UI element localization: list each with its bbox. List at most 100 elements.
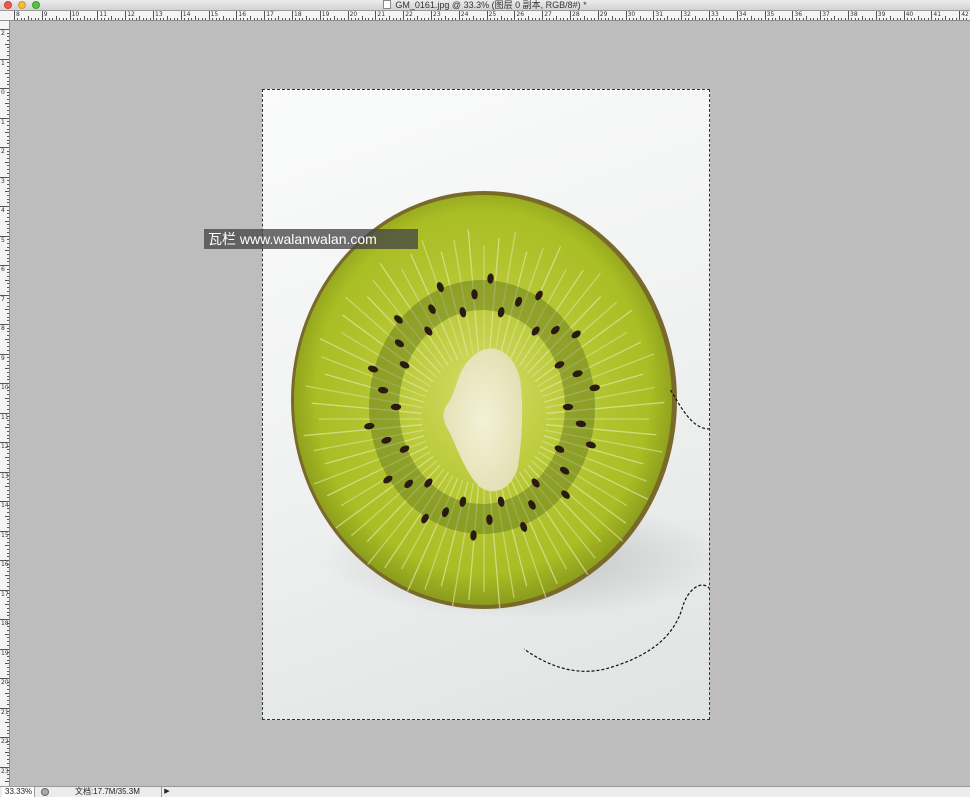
ruler-number: 0 [1, 89, 5, 96]
ruler-minor-tick [173, 18, 175, 20]
ruler-minor-tick [531, 18, 533, 20]
ruler-minor-tick [886, 18, 888, 20]
ruler-minor-tick [17, 18, 19, 20]
ruler-minor-tick [889, 16, 891, 20]
ruler-major-tick [736, 11, 738, 20]
ruler-minor-tick [7, 585, 9, 587]
ruler-minor-tick [5, 663, 9, 665]
ruler-number: 5 [1, 236, 5, 244]
ruler-minor-tick [7, 718, 9, 720]
ruler-number: 9 [1, 354, 5, 362]
ruler-minor-tick [139, 16, 141, 20]
ruler-minor-tick [806, 16, 808, 20]
window-titlebar[interactable]: GM_0161.jpg @ 33.3% (图层 0 副本, RGB/8#) * [0, 0, 970, 11]
ruler-minor-tick [7, 571, 9, 573]
ruler-minor-tick [7, 725, 9, 727]
ruler-minor-tick [358, 18, 360, 20]
ruler-major-tick [848, 11, 849, 20]
ruler-minor-tick [7, 416, 9, 418]
ruler-minor-tick [448, 18, 450, 20]
ruler-minor-tick [7, 261, 9, 263]
ruler-minor-tick [7, 512, 9, 514]
ruler-major-tick [403, 11, 405, 20]
ruler-minor-tick [775, 18, 777, 20]
ruler-minor-tick [5, 132, 9, 134]
ruler-minor-tick [538, 18, 540, 20]
ruler-minor-tick [5, 751, 9, 753]
ruler-minor-tick [768, 18, 770, 20]
ruler-minor-tick [827, 18, 829, 20]
ruler-minor-tick [7, 379, 9, 381]
ruler-minor-tick [7, 438, 9, 440]
ruler-minor-tick [45, 18, 47, 20]
ruler-minor-tick [281, 18, 283, 20]
ruler-minor-tick [156, 18, 158, 20]
status-menu-arrow[interactable]: ▶ [161, 787, 172, 797]
ruler-minor-tick [7, 135, 9, 137]
kiwi-seed [390, 403, 402, 411]
ruler-minor-tick [239, 18, 241, 20]
document-canvas[interactable] [262, 89, 710, 720]
ruler-minor-tick [52, 18, 54, 20]
ruler-minor-tick [205, 18, 207, 20]
ruler-minor-tick [7, 777, 9, 779]
ruler-major-tick [208, 11, 210, 20]
ruler-minor-tick [674, 18, 676, 20]
zoom-field[interactable]: 33.33% [2, 787, 35, 797]
ruler-minor-tick [7, 95, 9, 97]
ruler-minor-tick [24, 18, 26, 20]
ruler-major-tick [959, 11, 961, 20]
ruler-minor-tick [285, 18, 287, 20]
ruler-minor-tick [747, 18, 749, 20]
ruler-major-tick [875, 11, 877, 20]
ruler-minor-tick [5, 486, 9, 488]
ruler-minor-tick [7, 165, 9, 167]
ruler-minor-tick [7, 537, 9, 539]
ruler-minor-tick [590, 18, 592, 20]
ruler-minor-tick [364, 18, 366, 20]
vertical-ruler[interactable]: 2 1 0 1 2 3 4 5 6 7 8 9 10 11 12 13 14 15 16 17 18 19 20 21 22 23 [0, 21, 10, 786]
ruler-minor-tick [7, 91, 9, 93]
ruler-minor-tick [844, 18, 846, 20]
ruler-minor-tick [312, 18, 314, 20]
ruler-minor-tick [7, 644, 9, 646]
ruler-major-tick [180, 11, 182, 20]
ruler-minor-tick [695, 16, 697, 20]
ruler-minor-tick [20, 18, 22, 20]
ruler-minor-tick [222, 16, 224, 20]
ruler-major-tick [931, 11, 933, 20]
ruler-minor-tick [229, 18, 231, 20]
ruler-minor-tick [76, 18, 78, 20]
ruler-minor-tick [27, 16, 29, 20]
ruler-minor-tick [305, 16, 307, 20]
ruler-minor-tick [7, 290, 9, 292]
horizontal-ruler[interactable]: 8 9 10 11 12 13 14 15 16 17 18 19 20 21 22 23 24 25 26 27 28… [0, 11, 970, 21]
ruler-major-tick [236, 11, 238, 20]
ruler-minor-tick [535, 18, 537, 20]
ruler-minor-tick [7, 202, 9, 204]
ruler-major-tick [125, 11, 127, 20]
ruler-minor-tick [7, 674, 9, 676]
ruler-minor-tick [7, 755, 9, 757]
ruler-minor-tick [7, 113, 9, 115]
ruler-minor-tick [795, 18, 797, 20]
ruler-major-tick [319, 11, 321, 20]
ruler-minor-tick [712, 18, 714, 20]
ruler-minor-tick [7, 630, 9, 632]
ruler-minor-tick [7, 312, 9, 314]
ruler-minor-tick [135, 18, 137, 20]
ruler-minor-tick [7, 128, 9, 130]
ruler-minor-tick [7, 231, 9, 233]
ruler-minor-tick [573, 18, 575, 20]
ruler-minor-tick [608, 18, 610, 20]
ruler-minor-tick [5, 309, 9, 311]
status-info-icon[interactable] [41, 788, 49, 796]
ruler-minor-tick [927, 18, 929, 20]
ruler-minor-tick [330, 18, 332, 20]
ruler-minor-tick [5, 722, 9, 724]
ruler-number: 2 [1, 30, 5, 37]
ruler-minor-tick [7, 430, 9, 432]
canvas-area[interactable] [10, 21, 970, 786]
ruler-minor-tick [854, 18, 856, 20]
ruler-major-tick [264, 11, 266, 20]
